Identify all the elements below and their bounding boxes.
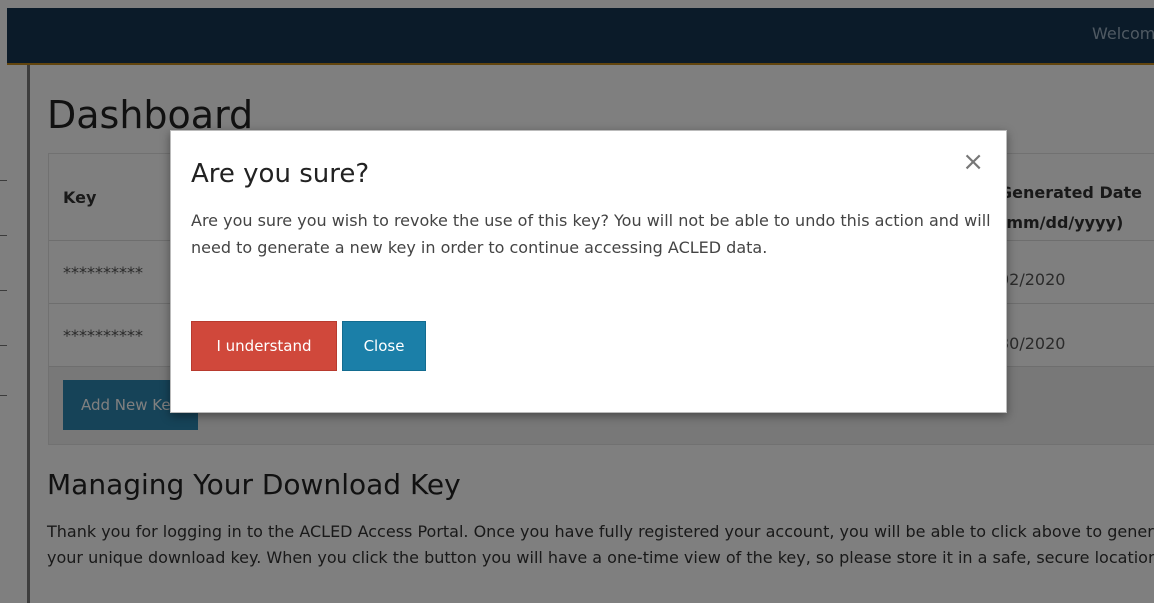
dialog-message: Are you sure you wish to revoke the use …	[191, 211, 991, 257]
close-button[interactable]: Close	[342, 321, 426, 371]
dialog-title: Are you sure?	[191, 159, 370, 189]
confirm-revoke-dialog: Are you sure? × Are you sure you wish to…	[170, 130, 1007, 413]
i-understand-button[interactable]: I understand	[191, 321, 337, 371]
close-icon[interactable]: ×	[962, 149, 984, 175]
